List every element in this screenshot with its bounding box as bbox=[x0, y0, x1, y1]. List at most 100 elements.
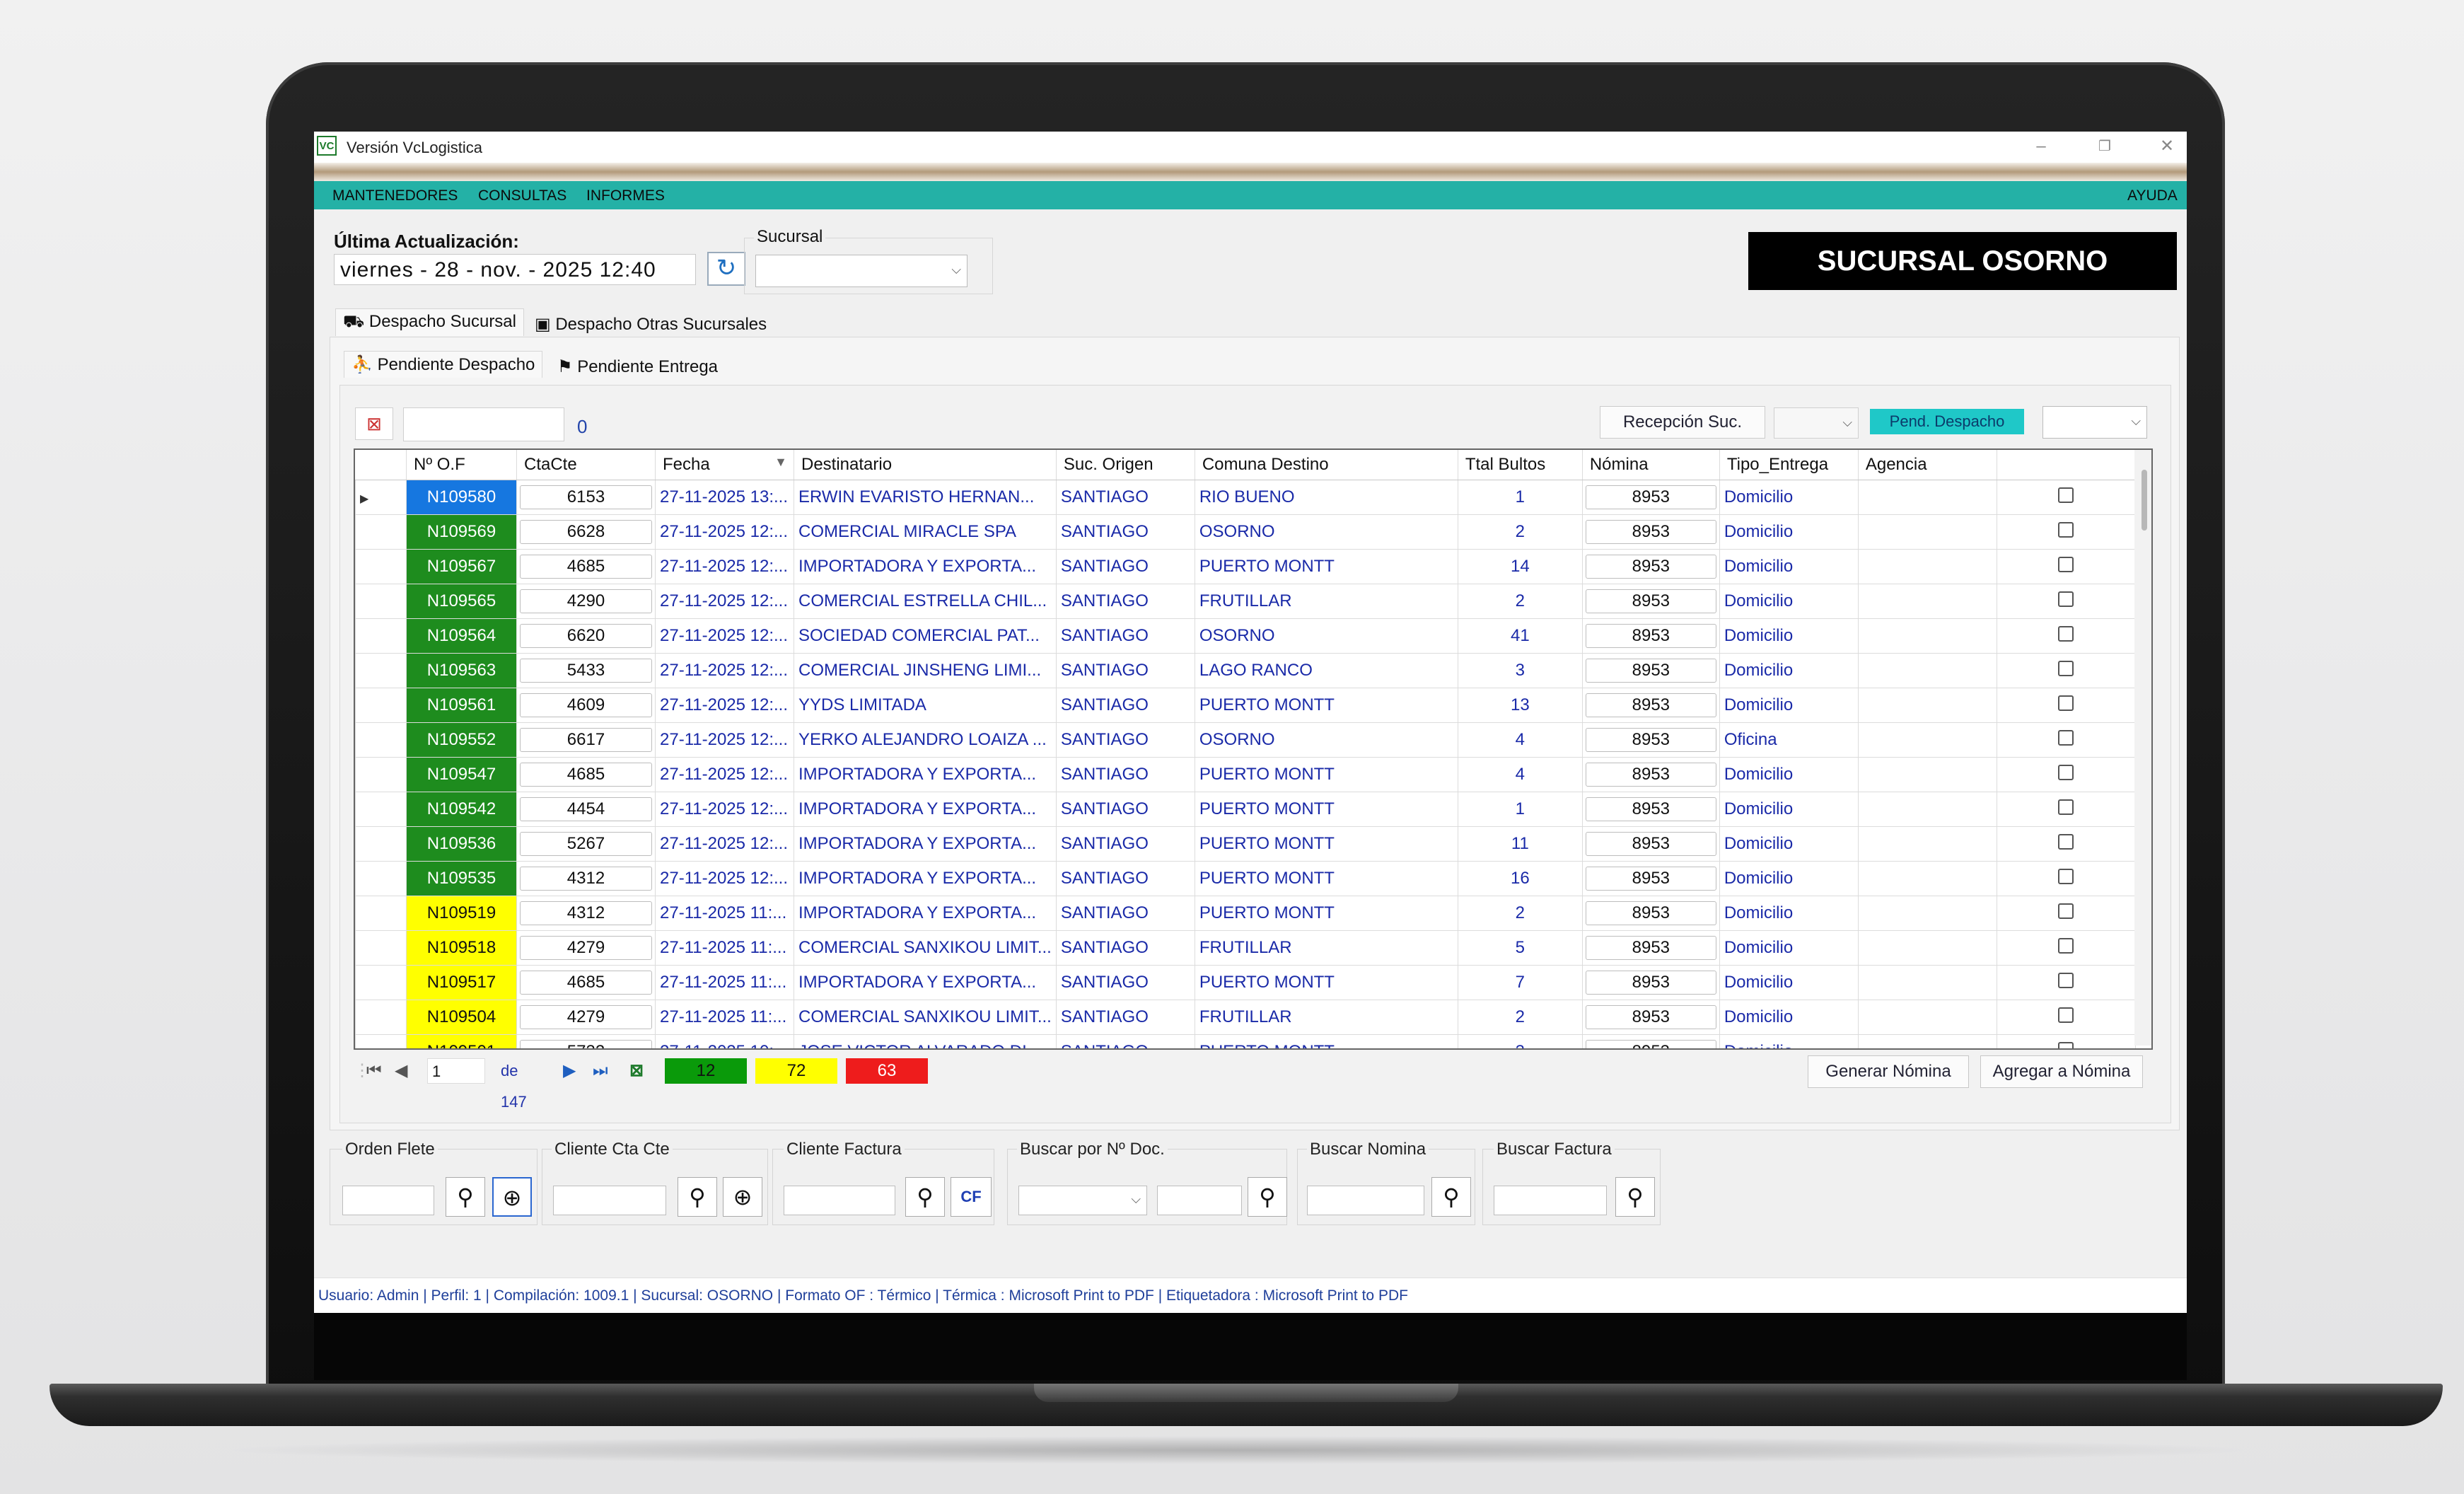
row-checkbox[interactable] bbox=[2058, 799, 2074, 815]
table-row[interactable]: N109564 6620 27-11-2025 12:... SOCIEDAD COM… bbox=[355, 618, 2136, 654]
row-checkbox[interactable] bbox=[2058, 833, 2074, 850]
vertical-scrollbar[interactable] bbox=[2134, 450, 2151, 1046]
row-checkbox[interactable] bbox=[2058, 487, 2074, 503]
cell-of: N109517 bbox=[406, 965, 517, 1000]
col-header-destinatario[interactable]: Destinatario bbox=[794, 450, 1057, 480]
prev-page-icon[interactable]: ◀ bbox=[395, 1055, 407, 1087]
row-selector bbox=[355, 584, 407, 619]
clear-filter-button[interactable]: ⊠ bbox=[355, 407, 393, 440]
table-row[interactable]: ▶ N109580 6153 27-11-2025 13:... ERWIN EVARI… bbox=[355, 480, 2136, 515]
nomina-input[interactable] bbox=[1307, 1186, 1424, 1215]
tab-despacho-otras[interactable]: ▣ Despacho Otras Sucursales bbox=[535, 314, 767, 335]
tab-pendiente-despacho[interactable]: ⛹ Pendiente Despacho bbox=[344, 351, 543, 378]
minimize-icon[interactable]: – bbox=[2026, 134, 2057, 158]
row-checkbox[interactable] bbox=[2058, 521, 2074, 538]
scroll-thumb[interactable] bbox=[2142, 470, 2147, 531]
table-row[interactable]: N109501573227-11-2025 10:...JOSE VICTOR … bbox=[355, 1034, 2136, 1048]
col-header-bultos[interactable]: Ttal Bultos bbox=[1458, 450, 1583, 480]
cell-destinatario: IMPORTADORA Y EXPORTA... bbox=[794, 861, 1057, 896]
close-icon[interactable]: ✕ bbox=[2151, 134, 2183, 158]
table-row[interactable]: N109565 4290 27-11-2025 12:... COMERCIAL ES… bbox=[355, 584, 2136, 619]
menu-mantenedores[interactable]: MANTENEDORES bbox=[332, 187, 458, 204]
cliente-factura-input[interactable] bbox=[784, 1186, 895, 1215]
col-header-comuna[interactable]: Comuna Destino bbox=[1195, 450, 1458, 480]
row-checkbox[interactable] bbox=[2058, 1041, 2074, 1048]
table-row[interactable]: N109504 4279 27-11-2025 11:... COMERCIAL SA… bbox=[355, 1000, 2136, 1035]
col-header-tipo[interactable]: Tipo_Entrega bbox=[1719, 450, 1859, 480]
row-checkbox[interactable] bbox=[2058, 695, 2074, 711]
search-factura-button[interactable]: ⚲ bbox=[1615, 1177, 1655, 1217]
factura-input[interactable] bbox=[1494, 1186, 1607, 1215]
agregar-nomina-button[interactable]: Agregar a Nómina bbox=[1980, 1055, 2143, 1088]
table-row[interactable]: N109569 6628 27-11-2025 12:... COMERCIAL MI… bbox=[355, 514, 2136, 550]
col-header-origen[interactable]: Suc. Origen bbox=[1056, 450, 1195, 480]
row-checkbox[interactable] bbox=[2058, 729, 2074, 746]
last-page-icon[interactable]: ⏭ bbox=[593, 1055, 608, 1087]
orders-grid[interactable]: Nº O.F CtaCte Fecha ▼ Destinatario Suc. O… bbox=[354, 448, 2153, 1050]
decorative-gradient-bar bbox=[314, 163, 2187, 181]
table-row[interactable]: N109542 4454 27-11-2025 12:... IMPORTADORA … bbox=[355, 792, 2136, 827]
search-doc-button[interactable]: ⚲ bbox=[1248, 1177, 1287, 1217]
row-checkbox[interactable] bbox=[2058, 591, 2074, 607]
row-checkbox[interactable] bbox=[2058, 903, 2074, 919]
cell-tipo: Domicilio bbox=[1719, 861, 1859, 896]
doc-number-input[interactable] bbox=[1157, 1186, 1242, 1215]
cell-nomina: 8953 bbox=[1581, 1034, 1720, 1048]
excel-export-icon[interactable]: ⊠ bbox=[629, 1055, 644, 1087]
col-header-of[interactable]: Nº O.F bbox=[406, 450, 517, 480]
refresh-button[interactable]: ↻ bbox=[707, 252, 745, 286]
last-update-field[interactable]: viernes - 28 - nov. - 2025 12:40 bbox=[334, 254, 696, 285]
cell-tipo: Domicilio bbox=[1719, 965, 1859, 1000]
row-checkbox[interactable] bbox=[2058, 625, 2074, 642]
restore-icon[interactable]: ❐ bbox=[2089, 134, 2120, 158]
filter-input[interactable] bbox=[403, 407, 564, 441]
cf-button[interactable]: CF bbox=[951, 1177, 992, 1217]
col-header-nomina[interactable]: Nómina bbox=[1582, 450, 1720, 480]
cliente-cta-input[interactable] bbox=[553, 1186, 666, 1215]
row-checkbox[interactable] bbox=[2058, 972, 2074, 988]
table-row[interactable]: N109552 6617 27-11-2025 12:... YERKO ALEJAN… bbox=[355, 722, 2136, 758]
tab-despacho-sucursal[interactable]: ⛟ Despacho Sucursal bbox=[335, 308, 524, 336]
generar-nomina-button[interactable]: Generar Nómina bbox=[1808, 1055, 1969, 1088]
row-checkbox[interactable] bbox=[2058, 868, 2074, 884]
table-row[interactable]: N109547 4685 27-11-2025 12:... IMPORTADORA … bbox=[355, 757, 2136, 792]
row-checkbox[interactable] bbox=[2058, 1007, 2074, 1023]
recepcion-button[interactable]: Recepción Suc. bbox=[1600, 406, 1765, 439]
table-row[interactable]: N109536 5267 27-11-2025 12:... IMPORTADORA … bbox=[355, 826, 2136, 862]
table-row[interactable]: N109518 4279 27-11-2025 11:... COMERCIAL SA… bbox=[355, 930, 2136, 966]
row-checkbox[interactable] bbox=[2058, 937, 2074, 954]
tab-pendiente-entrega[interactable]: ⚑ Pendiente Entrega bbox=[557, 357, 718, 377]
col-header-fecha[interactable]: Fecha ▼ bbox=[655, 450, 794, 480]
col-header-ctacte[interactable]: CtaCte bbox=[516, 450, 656, 480]
first-page-icon[interactable]: ⏮ bbox=[366, 1055, 382, 1087]
search-cliente-button[interactable]: ⚲ bbox=[678, 1177, 717, 1217]
cell-agencia bbox=[1857, 722, 1997, 758]
page-number-input[interactable]: 1 bbox=[427, 1058, 485, 1084]
table-row[interactable]: N109561 4609 27-11-2025 12:... YYDS LIMITAD… bbox=[355, 688, 2136, 723]
table-row[interactable]: N109535 4312 27-11-2025 12:... IMPORTADORA … bbox=[355, 861, 2136, 896]
table-row[interactable]: N109517 4685 27-11-2025 11:... IMPORTADORA … bbox=[355, 965, 2136, 1000]
new-orden-button[interactable]: ⊕ bbox=[492, 1177, 532, 1217]
orden-flete-input[interactable] bbox=[342, 1186, 434, 1215]
status-combo[interactable]: ⌵ bbox=[1774, 407, 1859, 439]
row-checkbox[interactable] bbox=[2058, 764, 2074, 780]
table-row[interactable]: N109563 5433 27-11-2025 12:... COMERCIAL JI… bbox=[355, 653, 2136, 688]
search-orden-button[interactable]: ⚲ bbox=[446, 1177, 485, 1217]
search-nomina-button[interactable]: ⚲ bbox=[1431, 1177, 1471, 1217]
row-checkbox[interactable] bbox=[2058, 660, 2074, 676]
col-header-agencia[interactable]: Agencia bbox=[1858, 450, 1997, 480]
sucursal-select[interactable]: ⌵ bbox=[755, 255, 967, 287]
doc-type-select[interactable]: ⌵ bbox=[1018, 1186, 1147, 1215]
new-cliente-button[interactable]: ⊕ bbox=[723, 1177, 762, 1217]
pend-despacho-button[interactable]: Pend. Despacho bbox=[1870, 409, 2024, 434]
next-page-icon[interactable]: ▶ bbox=[563, 1055, 576, 1087]
search-factura-cliente-button[interactable]: ⚲ bbox=[905, 1177, 945, 1217]
table-row[interactable]: N109567 4685 27-11-2025 12:... IMPORTADORA … bbox=[355, 549, 2136, 584]
row-checkbox[interactable] bbox=[2058, 556, 2074, 572]
menu-informes[interactable]: INFORMES bbox=[586, 187, 665, 204]
menu-consultas[interactable]: CONSULTAS bbox=[478, 187, 566, 204]
menu-ayuda[interactable]: AYUDA bbox=[2127, 187, 2178, 204]
filter-combo[interactable]: ⌵ bbox=[2042, 406, 2147, 439]
table-row[interactable]: N109519 4312 27-11-2025 11:... IMPORTADORA … bbox=[355, 896, 2136, 931]
cell-comuna: PUERTO MONTT bbox=[1194, 826, 1458, 862]
